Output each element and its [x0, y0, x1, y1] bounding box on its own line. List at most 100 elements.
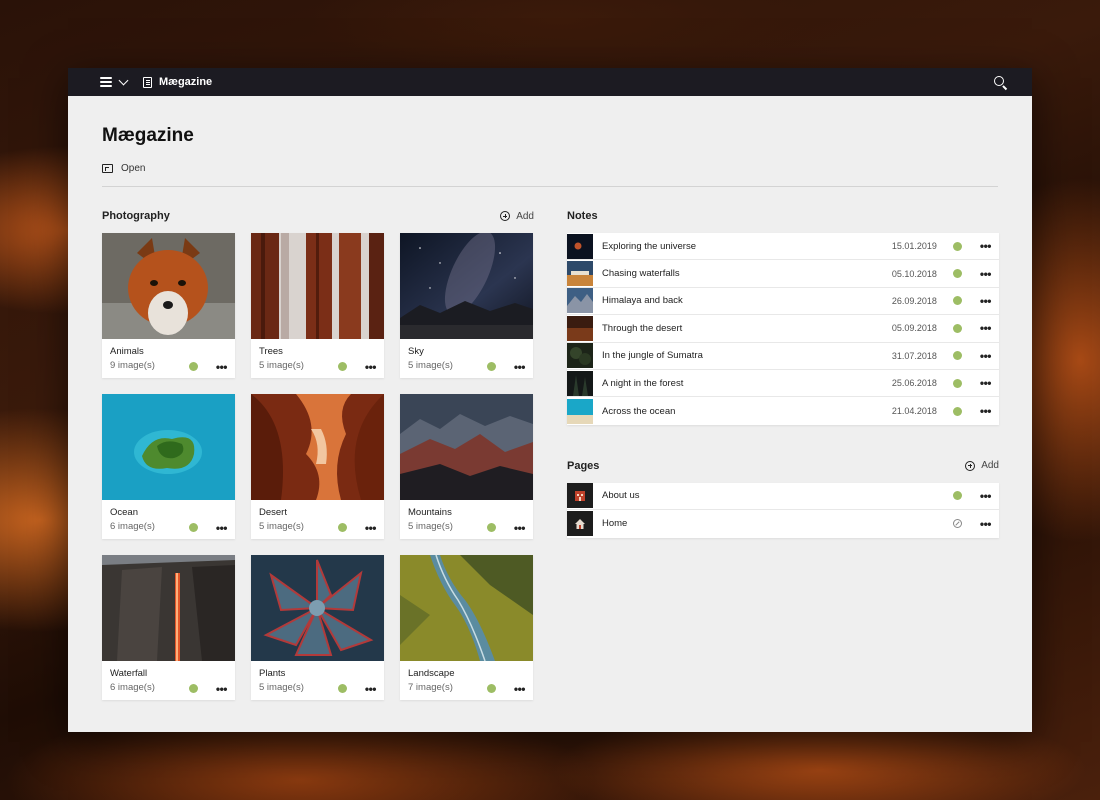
- more-options-icon[interactable]: •••: [216, 683, 228, 695]
- note-title: Himalaya and back: [602, 295, 683, 307]
- album-card[interactable]: Landscape 7 image(s) •••: [400, 555, 533, 700]
- album-thumbnail: [251, 394, 384, 500]
- more-options-icon[interactable]: •••: [514, 361, 526, 373]
- note-date: 21.04.2018: [891, 406, 937, 417]
- note-title: A night in the forest: [602, 377, 684, 389]
- photography-title: Photography: [102, 210, 170, 222]
- published-status-icon: [952, 491, 962, 501]
- app-title[interactable]: Mægazine: [143, 76, 212, 88]
- more-options-icon[interactable]: •••: [980, 377, 992, 389]
- divider: [102, 186, 998, 187]
- published-status-icon: [952, 378, 962, 388]
- more-options-icon[interactable]: •••: [514, 522, 526, 534]
- album-name: Mountains: [408, 507, 452, 518]
- open-button[interactable]: Open: [102, 163, 162, 174]
- more-options-icon[interactable]: •••: [980, 240, 992, 252]
- more-options-icon[interactable]: •••: [980, 490, 992, 502]
- published-status-icon: [486, 523, 496, 532]
- album-card[interactable]: Desert 5 image(s) •••: [251, 394, 384, 539]
- more-options-icon[interactable]: •••: [980, 268, 992, 280]
- published-status-icon: [952, 406, 962, 416]
- album-thumbnail: [400, 233, 533, 339]
- album-card[interactable]: Sky 5 image(s) •••: [400, 233, 533, 378]
- note-row[interactable]: In the jungle of Sumatra 31.07.2018 •••: [567, 343, 999, 370]
- more-options-icon[interactable]: •••: [514, 683, 526, 695]
- album-name: Sky: [408, 346, 424, 357]
- album-name: Ocean: [110, 507, 138, 518]
- more-options-icon[interactable]: •••: [980, 295, 992, 307]
- album-card[interactable]: Waterfall 6 image(s) •••: [102, 555, 235, 700]
- notes-list: Exploring the universe 15.01.2019 ••• Ch…: [567, 233, 999, 425]
- page-thumbnail: [567, 483, 593, 509]
- more-options-icon[interactable]: •••: [980, 350, 992, 362]
- note-date: 05.09.2018: [891, 323, 937, 334]
- add-circle-icon: [965, 460, 976, 471]
- note-title: Exploring the universe: [602, 240, 696, 252]
- more-options-icon[interactable]: •••: [365, 361, 377, 373]
- more-options-icon[interactable]: •••: [980, 405, 992, 417]
- album-thumbnail: [102, 394, 235, 500]
- more-options-icon[interactable]: •••: [980, 518, 992, 530]
- note-row[interactable]: Through the desert 05.09.2018 •••: [567, 315, 999, 343]
- album-thumbnail: [400, 555, 533, 661]
- photography-section: Photography Add Animals 9 image(s) ••• T…: [102, 209, 534, 700]
- note-thumbnail: [567, 343, 593, 369]
- published-status-icon: [952, 269, 962, 279]
- album-name: Animals: [110, 346, 144, 357]
- published-status-icon: [337, 684, 347, 693]
- home-icon: [575, 518, 585, 529]
- album-thumbnail: [400, 394, 533, 500]
- album-thumbnail: [251, 555, 384, 661]
- album-card[interactable]: Ocean 6 image(s) •••: [102, 394, 235, 539]
- building-icon: [575, 490, 585, 501]
- more-options-icon[interactable]: •••: [365, 522, 377, 534]
- more-options-icon[interactable]: •••: [216, 522, 228, 534]
- note-title: Across the ocean: [602, 405, 676, 417]
- album-thumbnail: [251, 233, 384, 339]
- more-options-icon[interactable]: •••: [216, 361, 228, 373]
- note-row[interactable]: Across the ocean 21.04.2018 •••: [567, 397, 999, 424]
- album-card[interactable]: Animals 9 image(s) •••: [102, 233, 235, 378]
- album-card[interactable]: Mountains 5 image(s) •••: [400, 394, 533, 539]
- pages-section: Pages Add About us ••• Home •••: [567, 459, 999, 538]
- page-row[interactable]: About us •••: [567, 483, 999, 511]
- menu-button[interactable]: [100, 75, 129, 87]
- chevron-down-icon: [118, 75, 129, 85]
- published-status-icon: [188, 523, 198, 532]
- album-name: Waterfall: [110, 668, 148, 679]
- note-title: Chasing waterfalls: [602, 268, 680, 280]
- note-date: 15.01.2019: [891, 241, 937, 252]
- more-options-icon[interactable]: •••: [365, 683, 377, 695]
- unpublished-status-icon: [952, 519, 962, 529]
- note-date: 05.10.2018: [891, 268, 937, 279]
- published-status-icon: [952, 351, 962, 361]
- page-title: Mægazine: [102, 125, 194, 146]
- album-thumbnail: [102, 555, 235, 661]
- page-title-text: About us: [602, 490, 640, 502]
- published-status-icon: [486, 362, 496, 371]
- note-title: Through the desert: [602, 322, 683, 334]
- add-album-button[interactable]: Add: [500, 211, 534, 222]
- note-row[interactable]: Exploring the universe 15.01.2019 •••: [567, 233, 999, 261]
- note-row[interactable]: Himalaya and back 26.09.2018 •••: [567, 288, 999, 316]
- note-row[interactable]: Chasing waterfalls 05.10.2018 •••: [567, 260, 999, 288]
- album-card[interactable]: Plants 5 image(s) •••: [251, 555, 384, 700]
- document-icon: [143, 76, 152, 88]
- app-window: Mægazine Mægazine Open Photography Add A…: [68, 68, 1032, 732]
- album-thumbnail: [102, 233, 235, 339]
- add-page-button[interactable]: Add: [965, 460, 999, 471]
- published-status-icon: [337, 362, 347, 371]
- add-circle-icon: [500, 211, 511, 221]
- published-status-icon: [188, 362, 198, 371]
- app-name: Mægazine: [159, 76, 213, 88]
- album-card[interactable]: Trees 5 image(s) •••: [251, 233, 384, 378]
- pages-title: Pages: [567, 459, 600, 472]
- note-row[interactable]: A night in the forest 25.06.2018 •••: [567, 370, 999, 398]
- album-name: Desert: [259, 507, 287, 518]
- more-options-icon[interactable]: •••: [980, 322, 992, 334]
- search-button[interactable]: [994, 76, 1008, 91]
- album-name: Landscape: [408, 668, 455, 679]
- album-name: Trees: [259, 346, 283, 357]
- note-date: 31.07.2018: [891, 350, 937, 361]
- page-row[interactable]: Home •••: [567, 510, 999, 537]
